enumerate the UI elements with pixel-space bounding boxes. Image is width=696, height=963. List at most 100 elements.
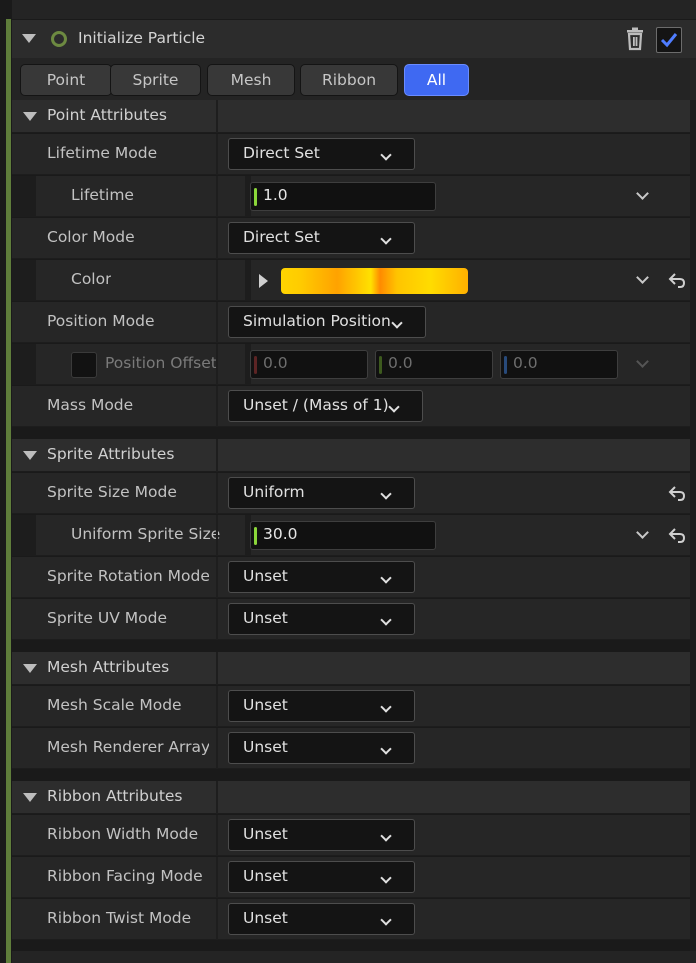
row-label: Sprite Size Mode: [47, 483, 177, 501]
row-label: Mass Mode: [47, 396, 134, 414]
position-offset-z-field[interactable]: 0.0: [500, 350, 618, 379]
section-point-attributes[interactable]: Point Attributes: [12, 100, 696, 133]
collapse-triangle-icon[interactable]: [23, 664, 37, 673]
ribbon-twist-mode-dropdown[interactable]: Unset: [228, 903, 415, 935]
color-gradient-swatch[interactable]: [281, 268, 468, 294]
row-label: Sprite UV Mode: [47, 609, 168, 627]
row-ribbon-twist-mode: Ribbon Twist Mode Unset: [12, 899, 690, 940]
top-strip: [12, 0, 696, 19]
tab-sprite[interactable]: Sprite: [110, 64, 201, 96]
tab-point[interactable]: Point: [20, 64, 112, 96]
lifetime-field[interactable]: 1.0: [250, 182, 436, 211]
row-label: Position Offset: [105, 354, 217, 372]
position-mode-dropdown[interactable]: Simulation Position: [228, 306, 426, 338]
row-uniform-sprite-size: Uniform Sprite Size 30.0: [12, 515, 690, 556]
row-label: Position Mode: [47, 312, 155, 330]
undo-arrow-icon[interactable]: [668, 272, 686, 288]
row-lifetime: Lifetime 1.0: [12, 176, 690, 217]
collapse-triangle-icon[interactable]: [23, 112, 37, 121]
module-title: Initialize Particle: [78, 29, 206, 47]
row-label: Lifetime Mode: [47, 144, 158, 162]
ribbon-width-mode-dropdown[interactable]: Unset: [228, 819, 415, 851]
expand-triangle-icon[interactable]: [259, 274, 268, 288]
row-ribbon-width-mode: Ribbon Width Mode Unset: [12, 815, 690, 856]
tab-ribbon[interactable]: Ribbon: [300, 64, 398, 96]
lifetime-mode-dropdown[interactable]: Direct Set: [228, 138, 415, 170]
row-position-mode: Position Mode Simulation Position: [12, 302, 690, 343]
row-sprite-size-mode: Sprite Size Mode Uniform: [12, 473, 690, 514]
ring-icon: [51, 31, 67, 47]
section-label: Mesh Attributes: [47, 658, 170, 676]
filter-tab-bar: Point Sprite Mesh Ribbon All: [12, 58, 696, 100]
chevron-down-icon: [388, 401, 400, 413]
scrollbar-track[interactable]: [690, 100, 696, 951]
row-label: Ribbon Twist Mode: [47, 909, 192, 927]
collapse-triangle-icon[interactable]: [23, 793, 37, 802]
row-ribbon-facing-mode: Ribbon Facing Mode Unset: [12, 857, 690, 898]
section-ribbon-attributes[interactable]: Ribbon Attributes: [12, 781, 696, 814]
row-label: Ribbon Facing Mode: [47, 867, 203, 885]
undo-arrow-icon[interactable]: [668, 485, 686, 501]
row-sprite-rotation-mode: Sprite Rotation Mode Unset: [12, 557, 690, 598]
row-label: Lifetime: [71, 186, 134, 204]
row-lifetime-mode: Lifetime Mode Direct Set: [12, 134, 690, 175]
bottom-strip: [12, 951, 696, 963]
enabled-checkbox[interactable]: [656, 27, 682, 53]
row-label: Ribbon Width Mode: [47, 825, 199, 843]
section-sprite-attributes[interactable]: Sprite Attributes: [12, 439, 696, 472]
chevron-down-icon[interactable]: [636, 526, 649, 539]
row-label: Color Mode: [47, 228, 135, 246]
mesh-renderer-array-dropdown[interactable]: Unset: [228, 732, 415, 764]
section-mesh-attributes[interactable]: Mesh Attributes: [12, 652, 696, 685]
sprite-uv-mode-dropdown[interactable]: Unset: [228, 603, 415, 635]
color-mode-dropdown[interactable]: Direct Set: [228, 222, 415, 254]
chevron-down-icon: [380, 914, 392, 926]
row-mass-mode: Mass Mode Unset / (Mass of 1): [12, 386, 690, 427]
module-color-strip: [6, 19, 11, 963]
chevron-down-icon: [380, 614, 392, 626]
sprite-rotation-mode-dropdown[interactable]: Unset: [228, 561, 415, 593]
ribbon-facing-mode-dropdown[interactable]: Unset: [228, 861, 415, 893]
row-color: Color: [12, 260, 690, 301]
row-color-mode: Color Mode Direct Set: [12, 218, 690, 259]
row-label: Color: [71, 270, 112, 288]
position-offset-checkbox[interactable]: [71, 352, 97, 378]
position-offset-y-field[interactable]: 0.0: [375, 350, 493, 379]
row-sprite-uv-mode: Sprite UV Mode Unset: [12, 599, 690, 640]
chevron-down-icon: [380, 830, 392, 842]
row-position-offset: Position Offset 0.0 0.0 0.0: [12, 344, 690, 385]
chevron-down-icon: [380, 488, 392, 500]
tab-all[interactable]: All: [404, 64, 469, 96]
uniform-sprite-size-field[interactable]: 30.0: [250, 521, 436, 550]
row-mesh-scale-mode: Mesh Scale Mode Unset: [12, 686, 690, 727]
chevron-down-icon: [380, 233, 392, 245]
chevron-down-icon[interactable]: [636, 355, 649, 368]
mesh-scale-mode-dropdown[interactable]: Unset: [228, 690, 415, 722]
row-label: Sprite Rotation Mode: [47, 567, 209, 585]
undo-arrow-icon[interactable]: [668, 527, 686, 543]
trash-icon[interactable]: [624, 27, 646, 51]
position-offset-x-field[interactable]: 0.0: [250, 350, 368, 379]
section-label: Ribbon Attributes: [47, 787, 183, 805]
chevron-down-icon[interactable]: [636, 187, 649, 200]
inspector-panel: Initialize Particle Point Sprite Mesh Ri…: [0, 0, 696, 963]
checkmark-icon: [660, 33, 678, 48]
chevron-down-icon: [380, 743, 392, 755]
tab-mesh[interactable]: Mesh: [207, 64, 295, 96]
chevron-down-icon: [380, 701, 392, 713]
chevron-down-icon: [380, 572, 392, 584]
row-mesh-renderer-array: Mesh Renderer Array V Unset: [12, 728, 690, 769]
chevron-down-icon: [380, 149, 392, 161]
row-label: Uniform Sprite Size: [71, 525, 221, 543]
chevron-down-icon: [380, 872, 392, 884]
row-label: Mesh Scale Mode: [47, 696, 182, 714]
module-header[interactable]: Initialize Particle: [12, 20, 696, 58]
collapse-triangle-icon[interactable]: [23, 451, 37, 460]
chevron-down-icon: [391, 317, 403, 329]
section-label: Point Attributes: [47, 106, 167, 124]
chevron-down-icon[interactable]: [636, 271, 649, 284]
mass-mode-dropdown[interactable]: Unset / (Mass of 1): [228, 390, 423, 422]
section-label: Sprite Attributes: [47, 445, 175, 463]
sprite-size-mode-dropdown[interactable]: Uniform: [228, 477, 415, 509]
collapse-triangle-icon[interactable]: [22, 34, 36, 43]
